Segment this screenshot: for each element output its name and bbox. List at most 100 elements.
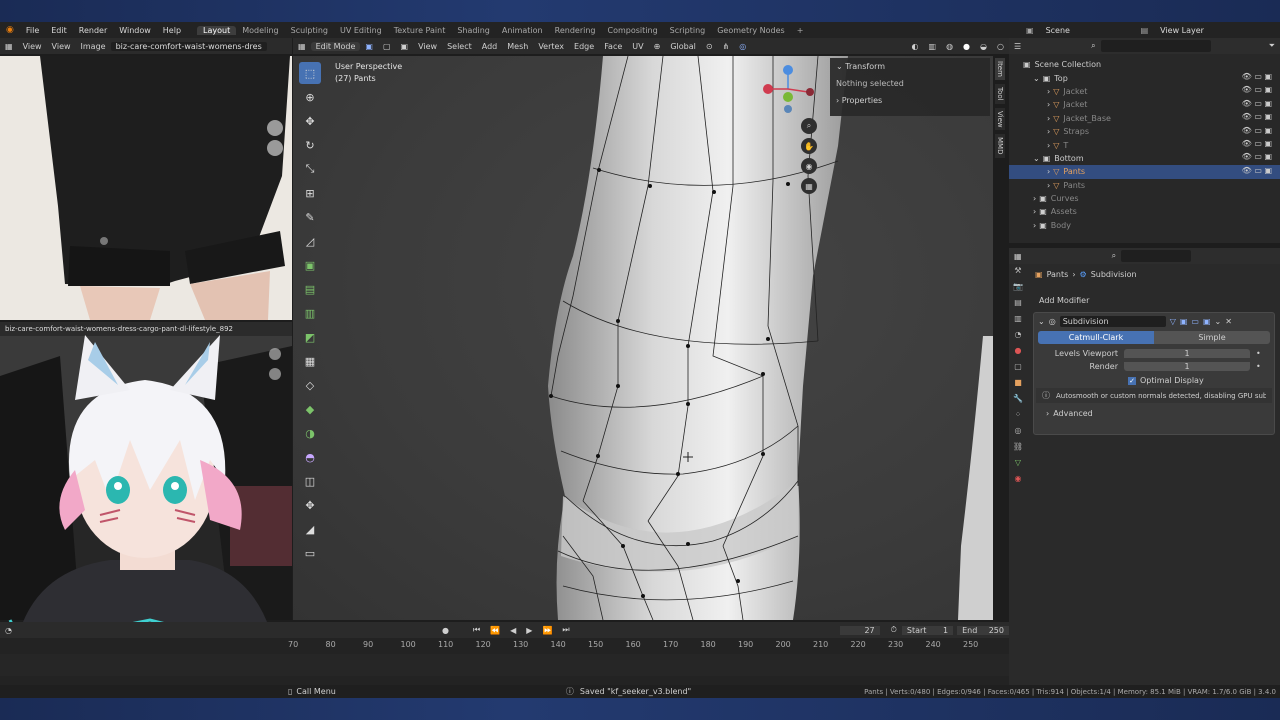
tab-uv-editing[interactable]: UV Editing [334,26,388,35]
keyframe-area[interactable] [0,654,1009,676]
keyframe-dot-icon[interactable]: • [1256,362,1261,371]
physics-tab-icon[interactable]: ◎ [1015,426,1022,435]
frame-ruler[interactable]: 70 80 90 100 110 120 130 140 150 160 170 180 190 200 2… [0,640,1009,652]
editor-type-icon[interactable]: ▦ [293,42,311,51]
add-modifier-button[interactable]: Add Modifier [1035,294,1275,308]
eye-icon[interactable]: 👁 ▭ ▣ [1242,166,1272,175]
outliner-row-bottom[interactable]: ⌄ ▣ Bottom [1009,152,1280,165]
measure-icon[interactable]: ◿ [299,230,321,252]
levels-viewport-field[interactable]: 1 [1124,349,1250,358]
jump-start-icon[interactable]: ⏮ [468,625,485,635]
menu-vertex[interactable]: Vertex [533,42,569,51]
render-toggle-icon[interactable]: ▣ [1203,317,1211,326]
reference-image-pants[interactable] [0,56,292,320]
menu-add[interactable]: Add [477,42,503,51]
menu-mesh[interactable]: Mesh [502,42,533,51]
extrude-icon[interactable]: ▤ [299,278,321,300]
scale-icon[interactable]: ⤡ [299,158,321,180]
rip-icon[interactable]: ◢ [299,518,321,540]
eye-icon[interactable]: 👁 ▭ ▣ [1242,152,1272,161]
view-layer-tab-icon[interactable]: ▥ [1014,314,1022,323]
shading-wire-icon[interactable]: ◍ [941,42,958,51]
filter-icon[interactable]: ⏷ [1264,41,1280,51]
modifier-menu-icon[interactable]: ⌄ [1215,317,1222,326]
tab-geometry-nodes[interactable]: Geometry Nodes [711,26,790,35]
annotate-icon[interactable]: ✎ [299,206,321,228]
tool-tab-icon[interactable]: ⚒ [1014,266,1021,275]
tab-rendering[interactable]: Rendering [549,26,602,35]
outliner-row-top[interactable]: ⌄ ▣ Top [1009,71,1280,84]
simple-button[interactable]: Simple [1154,331,1270,344]
play-icon[interactable]: ▶ [521,626,537,635]
tab-tool[interactable]: Tool [995,83,1005,104]
outliner-row-curves[interactable]: › ▣ Curves [1009,192,1280,205]
eye-icon[interactable]: 👁 ▭ ▣ [1242,112,1272,121]
tab-shading[interactable]: Shading [451,26,496,35]
particles-tab-icon[interactable]: ⁘ [1015,410,1022,419]
edit-mode-toggle-icon[interactable]: ▽ [1170,317,1176,326]
camera-icon[interactable]: ◉ [801,158,817,174]
shading-solid-icon[interactable]: ● [958,42,975,51]
menu-edit[interactable]: Edit [45,26,73,35]
menu-face[interactable]: Face [599,42,627,51]
orientation-dropdown[interactable]: Global [665,42,701,51]
xray-icon[interactable]: ▥ [924,42,942,51]
world-tab-icon[interactable]: ● [1015,346,1022,355]
catmull-clark-button[interactable]: Catmull-Clark [1038,331,1154,344]
select-vertex-icon[interactable]: ▣ [360,42,378,51]
3d-viewport[interactable]: User Perspective (27) Pants ⌕ ✋ ◉ ▦ [293,56,993,620]
tab-item[interactable]: Item [995,58,1005,80]
tab-animation[interactable]: Animation [496,26,549,35]
outliner-search-input[interactable] [1100,40,1211,52]
shading-material-icon[interactable]: ◒ [975,42,992,51]
next-keyframe-icon[interactable]: ⏩ [537,626,557,635]
ortho-grid-icon[interactable]: ▦ [801,178,817,194]
view-layer-name[interactable]: View Layer [1154,26,1210,35]
image-view-menu[interactable]: View [18,42,47,51]
menu-window[interactable]: Window [113,26,157,35]
poly-build-icon[interactable]: ◆ [299,398,321,420]
menu-view[interactable]: View [413,42,442,51]
properties-search-input[interactable] [1121,250,1192,262]
tab-layout[interactable]: Layout [197,25,237,35]
navigation-gizmo[interactable] [758,64,818,124]
optimal-display-checkbox[interactable]: ✓ [1128,376,1136,385]
inset-icon[interactable]: ▥ [299,302,321,324]
advanced-subpanel[interactable]: › Advanced [1034,406,1274,421]
play-reverse-icon[interactable]: ◀ [505,626,521,635]
tab-scripting[interactable]: Scripting [664,26,712,35]
snap-icon[interactable]: ⋔ [718,42,735,51]
outliner-row-pants-selected[interactable]: › ▽ Pants [1009,165,1280,179]
jump-end-icon[interactable]: ⏭ [557,625,574,635]
properties-type-icon[interactable]: ▦ [1009,252,1027,261]
spin-icon[interactable]: ◑ [299,422,321,444]
modifier-tab-icon[interactable]: 🔧 [1013,394,1023,403]
rotate-icon[interactable]: ↻ [299,134,321,156]
render-tab-icon[interactable]: 📷 [1013,282,1023,291]
shrink-fatten-icon[interactable]: ◫ [299,470,321,492]
properties-panel-header[interactable]: › Properties [830,92,990,109]
move-icon[interactable]: ✥ [299,110,321,132]
scene-tab-icon[interactable]: ◔ [1015,330,1022,339]
menu-help[interactable]: Help [157,26,187,35]
select-face-icon[interactable]: ▣ [396,42,414,51]
image-image-menu[interactable]: Image [76,42,111,51]
loop-cut-icon[interactable]: ▦ [299,350,321,372]
keyframe-dot-icon[interactable]: • [1256,349,1261,358]
proportional-edit-icon[interactable]: ◎ [734,42,751,51]
pivot-icon[interactable]: ⊙ [701,42,718,51]
eye-icon[interactable]: 👁 ▭ ▣ [1242,99,1272,108]
clock-icon[interactable]: ⏱ [886,625,902,635]
transform-panel-header[interactable]: ⌄ Transform [830,58,990,75]
outliner-row-jacket-base[interactable]: › ▽ Jacket_Base [1009,112,1280,125]
outliner-row-assets[interactable]: › ▣ Assets [1009,205,1280,218]
scene-collection-row[interactable]: ▣ Scene Collection [1009,58,1280,71]
menu-select[interactable]: Select [442,42,477,51]
sidebar-tool-icon[interactable]: ▭ [299,542,321,564]
eye-icon[interactable]: 👁 ▭ ▣ [1242,72,1272,81]
tab-modeling[interactable]: Modeling [236,26,284,35]
blender-logo-icon[interactable]: ◉ [0,25,20,35]
smooth-icon[interactable]: ◓ [299,446,321,468]
outliner-row-jacket-2[interactable]: › ▽ Jacket [1009,98,1280,111]
mode-dropdown[interactable]: Edit Mode [310,41,361,51]
